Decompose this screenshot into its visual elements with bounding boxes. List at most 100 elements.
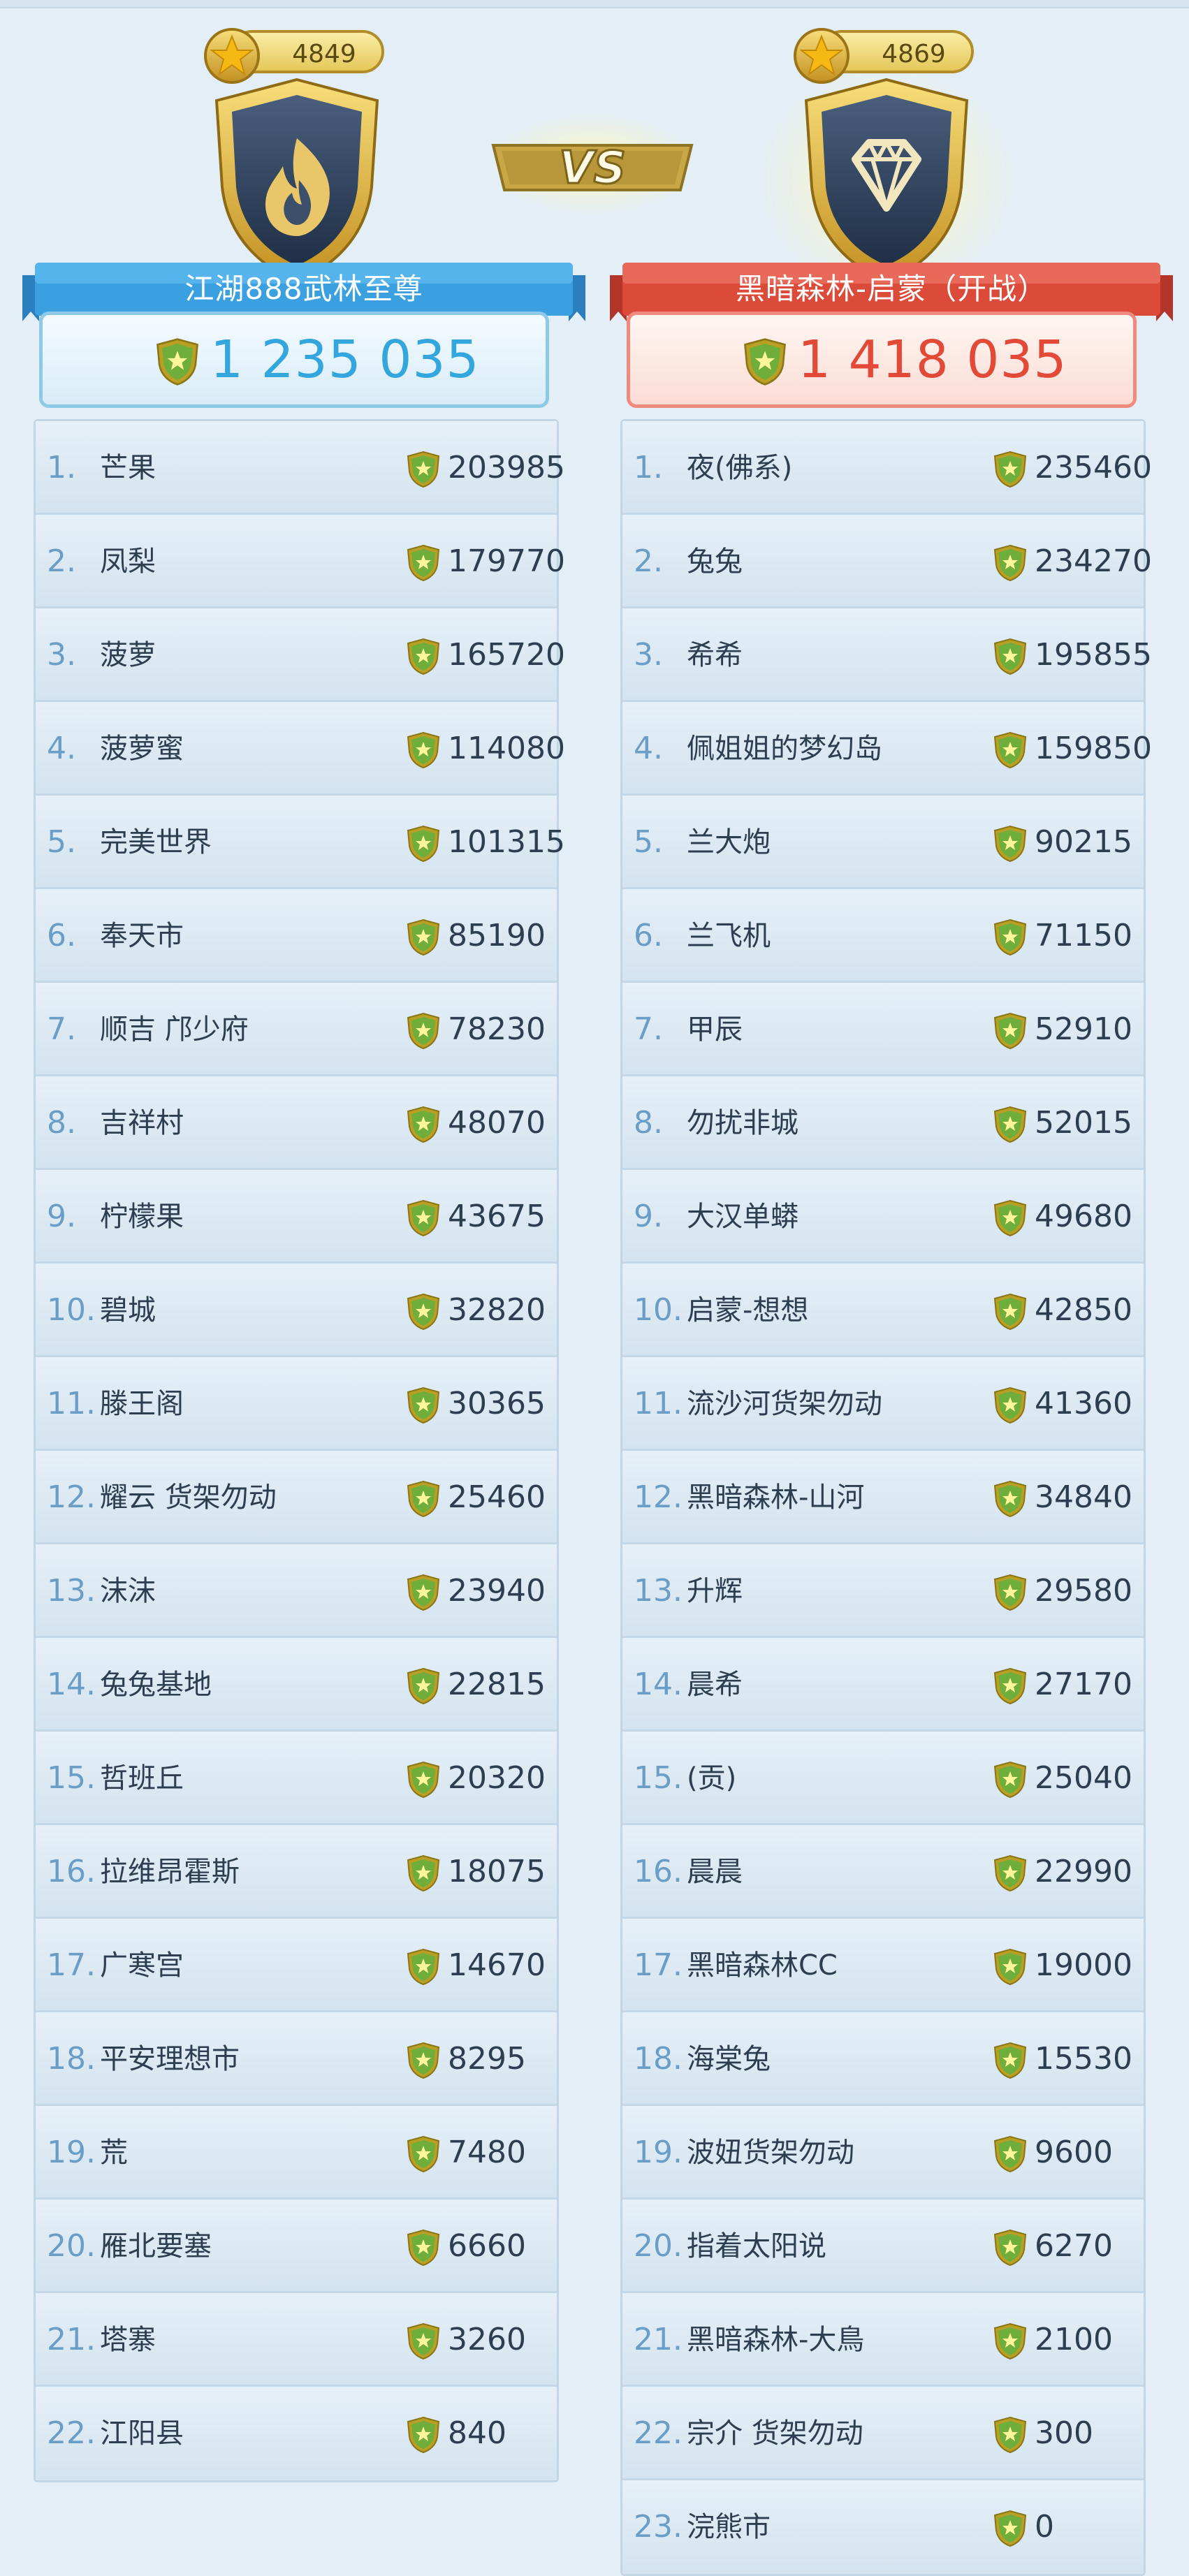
- member-row[interactable]: 19. 波妞货架勿动 9600: [622, 2106, 1144, 2200]
- member-name: 夜(佛系): [687, 452, 793, 484]
- member-row[interactable]: 5. 兰大炮 90215: [622, 796, 1144, 889]
- member-row[interactable]: 9. 柠檬果 43675: [36, 1170, 557, 1264]
- member-name: 完美世界: [100, 826, 212, 858]
- member-row[interactable]: 19. 荒 7480: [36, 2106, 557, 2200]
- member-row[interactable]: 11. 滕王阁 30365: [36, 1357, 557, 1451]
- member-name: 耀云 货架勿动: [100, 1481, 277, 1514]
- member-row[interactable]: 15. 哲班丘 20320: [36, 1732, 557, 1825]
- member-row[interactable]: 7. 顺吉 邝少府 78230: [36, 983, 557, 1076]
- member-name: 沫沫: [100, 1575, 156, 1607]
- member-row[interactable]: 12. 耀云 货架勿动 25460: [36, 1451, 557, 1544]
- member-row[interactable]: 8. 吉祥村 48070: [36, 1076, 557, 1170]
- member-row[interactable]: 13. 升辉 29580: [622, 1544, 1144, 1638]
- member-name: 黑暗森林CC: [687, 1949, 838, 1982]
- member-row[interactable]: 14. 兔兔基地 22815: [36, 1638, 557, 1732]
- member-row[interactable]: 6. 奉天市 85190: [36, 889, 557, 983]
- member-row[interactable]: 18. 海棠兔 15530: [622, 2012, 1144, 2106]
- member-row[interactable]: 17. 广寒宫 14670: [36, 1919, 557, 2012]
- shield-star-icon: [993, 919, 1028, 956]
- member-row[interactable]: 13. 沫沫 23940: [36, 1544, 557, 1638]
- member-row[interactable]: 8. 勿扰非城 52015: [622, 1076, 1144, 1170]
- member-row[interactable]: 7. 甲辰 52910: [622, 983, 1144, 1076]
- shield-star-icon: [993, 2322, 1028, 2360]
- member-name: 菠萝蜜: [100, 733, 184, 765]
- member-rank: 14.: [47, 1667, 96, 1702]
- right-member-list[interactable]: 1. 夜(佛系) 235460 2. 兔兔 234270 3. 希希 195855 4. 佩姐姐的梦…: [620, 419, 1152, 2576]
- member-row[interactable]: 3. 希希 195855: [622, 608, 1152, 702]
- member-row[interactable]: 6. 兰飞机 71150: [622, 889, 1144, 983]
- left-member-list[interactable]: 1. 芒果 203985 2. 凤梨 179770 3. 菠萝 165720 4. 菠萝蜜 11408…: [34, 419, 565, 2482]
- member-row[interactable]: 16. 晨晨 22990: [622, 1825, 1144, 1919]
- member-row[interactable]: 20. 雁北要塞 6660: [36, 2200, 557, 2293]
- member-rank: 5.: [634, 824, 663, 860]
- member-row[interactable]: 14. 晨希 27170: [622, 1638, 1144, 1732]
- member-name: 宗介 货架勿动: [687, 2417, 863, 2450]
- member-row[interactable]: 1. 夜(佛系) 235460: [622, 421, 1152, 515]
- shield-star-icon: [993, 1106, 1028, 1143]
- member-row[interactable]: 12. 黑暗森林-山河 34840: [622, 1451, 1144, 1544]
- shield-star-icon: [406, 1854, 441, 1892]
- shield-star-icon: [406, 1293, 441, 1331]
- shield-star-icon: [993, 1761, 1028, 1799]
- member-rank: 22.: [634, 2415, 683, 2451]
- member-row[interactable]: 1. 芒果 203985: [36, 421, 565, 515]
- member-rank: 10.: [47, 1292, 96, 1328]
- shield-star-icon: [406, 919, 441, 956]
- member-rank: 11.: [634, 1386, 683, 1421]
- member-row[interactable]: 4. 菠萝蜜 114080: [36, 702, 565, 796]
- member-row[interactable]: 11. 流沙河货架勿动 41360: [622, 1357, 1144, 1451]
- member-name: 奉天市: [100, 920, 184, 952]
- member-points: 90215: [1035, 824, 1132, 860]
- shield-star-icon: [993, 2042, 1028, 2079]
- member-row[interactable]: 4. 佩姐姐的梦幻岛 159850: [622, 702, 1152, 796]
- member-points: 43675: [448, 1199, 546, 1234]
- member-name: 晨晨: [687, 1856, 743, 1888]
- shield-star-icon: [406, 1386, 441, 1424]
- shield-star-icon: [406, 1012, 441, 1050]
- right-total-score: 1 418 035: [798, 330, 1067, 390]
- member-row[interactable]: 20. 指着太阳说 6270: [622, 2200, 1144, 2293]
- member-row[interactable]: 22. 江阳县 840: [36, 2387, 557, 2480]
- shield-star-icon: [406, 638, 441, 675]
- member-row[interactable]: 15. (贡) 25040: [622, 1732, 1144, 1825]
- member-row[interactable]: 16. 拉维昂霍斯 18075: [36, 1825, 557, 1919]
- member-name: 甲辰: [687, 1013, 743, 1046]
- member-points: 52015: [1035, 1105, 1132, 1141]
- member-row[interactable]: 21. 塔寨 3260: [36, 2293, 557, 2387]
- member-row[interactable]: 3. 菠萝 165720: [36, 608, 565, 702]
- member-points: 203985: [448, 450, 565, 485]
- member-row[interactable]: 9. 大汉单蟒 49680: [622, 1170, 1144, 1264]
- member-name: 雁北要塞: [100, 2230, 212, 2262]
- flame-shield-icon: [214, 78, 379, 283]
- member-rank: 20.: [634, 2228, 683, 2264]
- member-row[interactable]: 17. 黑暗森林CC 19000: [622, 1919, 1144, 2012]
- shield-star-icon: [406, 1480, 441, 1518]
- versus-badge: VS: [488, 112, 697, 217]
- member-row[interactable]: 18. 平安理想市 8295: [36, 2012, 557, 2106]
- member-name: 黑暗森林-山河: [687, 1481, 865, 1514]
- member-rank: 6.: [634, 918, 663, 953]
- member-rank: 19.: [634, 2135, 683, 2170]
- member-rank: 6.: [47, 918, 76, 953]
- member-row[interactable]: 10. 碧城 32820: [36, 1264, 557, 1357]
- member-name: 哲班丘: [100, 1762, 184, 1794]
- shield-star-icon: [406, 1761, 441, 1799]
- member-row[interactable]: 2. 凤梨 179770: [36, 515, 565, 608]
- member-points: 19000: [1035, 1947, 1132, 1983]
- member-row[interactable]: 10. 启蒙-想想 42850: [622, 1264, 1144, 1357]
- member-row[interactable]: 23. 浣熊市 0: [622, 2480, 1144, 2574]
- shield-star-icon: [993, 2135, 1028, 2173]
- member-points: 179770: [448, 543, 565, 579]
- member-row[interactable]: 21. 黑暗森林-大鳥 2100: [622, 2293, 1144, 2387]
- right-guild-emblem: 4869: [754, 27, 1019, 299]
- member-points: 8295: [448, 2041, 526, 2077]
- member-row[interactable]: 2. 兔兔 234270: [622, 515, 1152, 608]
- member-rank: 7.: [47, 1011, 76, 1047]
- member-row[interactable]: 5. 完美世界 101315: [36, 796, 565, 889]
- member-row[interactable]: 22. 宗介 货架勿动 300: [622, 2387, 1144, 2480]
- member-points: 78230: [448, 1011, 546, 1047]
- shield-star-icon: [406, 2042, 441, 2079]
- shield-star-icon: [406, 825, 441, 863]
- member-points: 23940: [448, 1573, 546, 1609]
- member-rank: 14.: [634, 1667, 683, 1702]
